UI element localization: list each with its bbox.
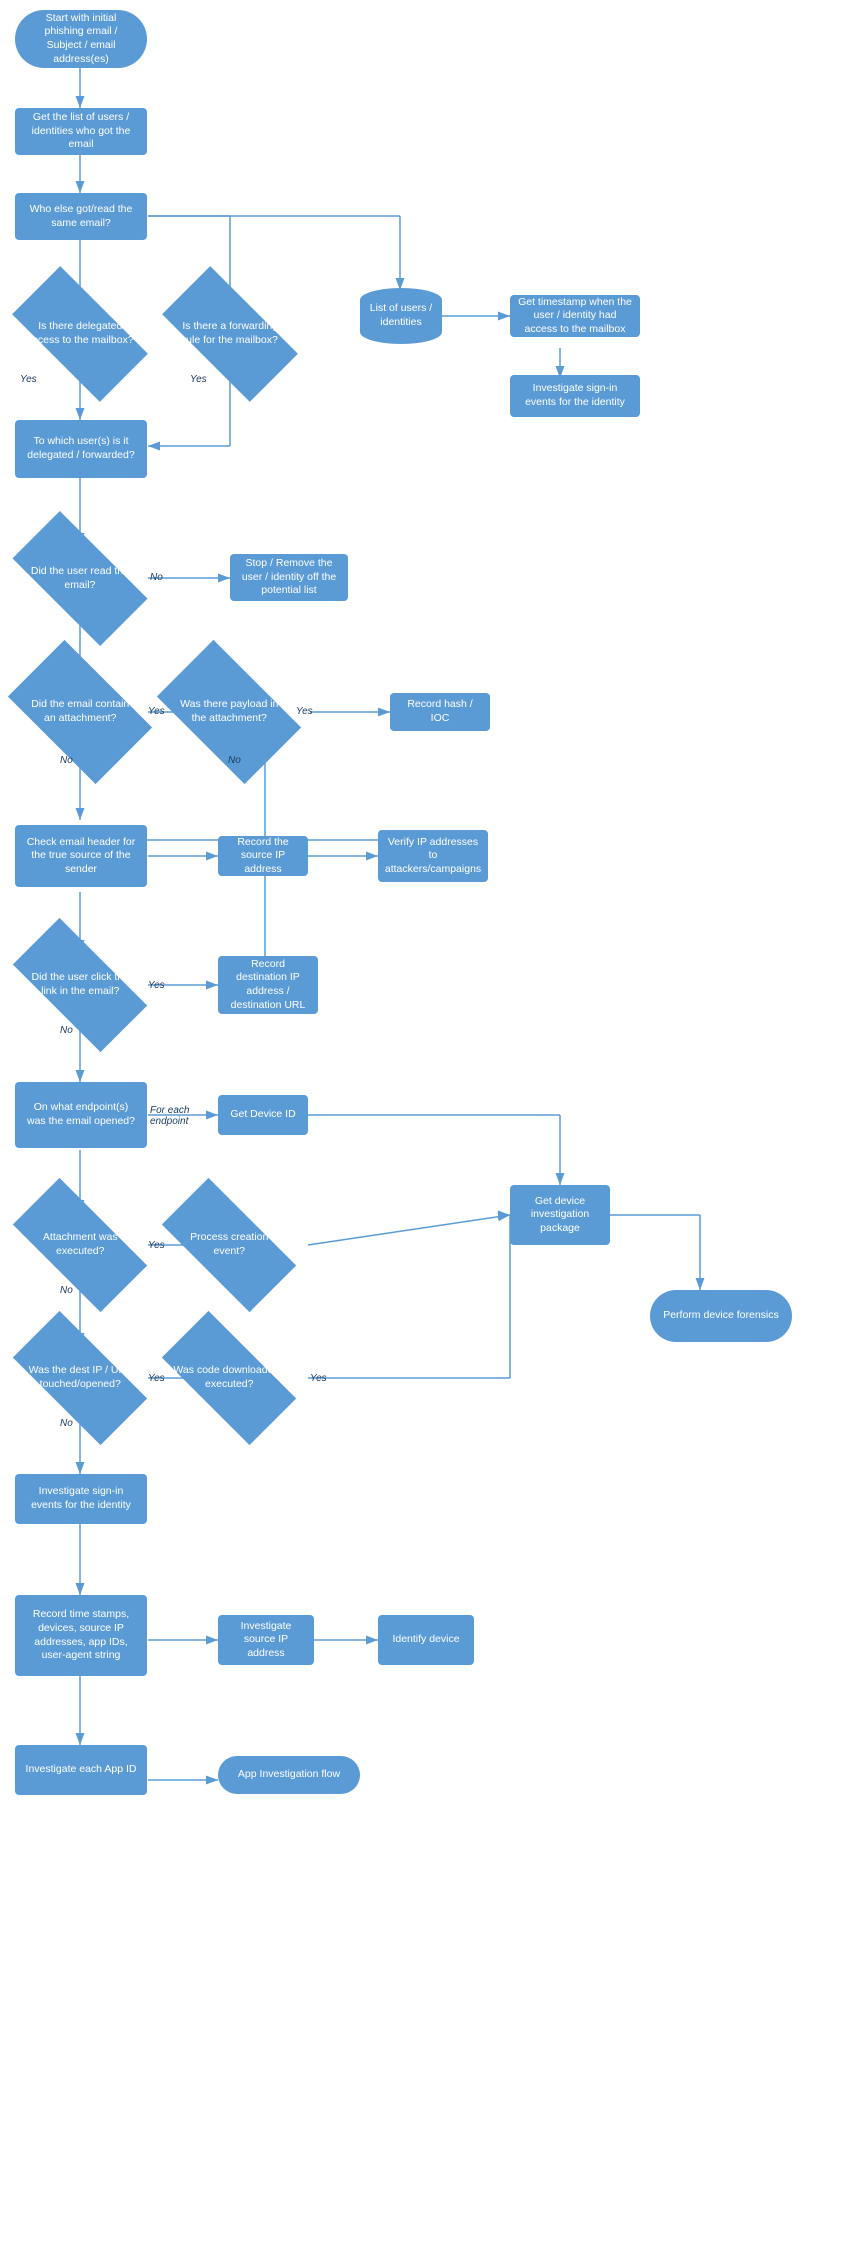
investigate-app-id-node: Investigate each App ID	[15, 1745, 147, 1795]
get-device-package-node: Get device investigation package	[510, 1185, 610, 1245]
no-label-payload: No	[228, 755, 241, 766]
record-dest-ip-node: Record destination IP address / destinat…	[218, 956, 318, 1014]
yes-label-click: Yes	[148, 980, 165, 991]
flowchart-diagram: Start with initial phishing email / Subj…	[0, 0, 857, 2266]
get-users-node: Get the list of users / identities who g…	[15, 108, 147, 155]
attachment-executed-node: Attachment was executed?	[13, 1178, 147, 1312]
yes-label-forwarding: Yes	[190, 374, 207, 385]
yes-label-delegated: Yes	[20, 374, 37, 385]
process-creation-node: Process creation event?	[162, 1178, 296, 1312]
start-node: Start with initial phishing email / Subj…	[15, 10, 147, 68]
yes-label-code: Yes	[310, 1373, 327, 1384]
app-investigation-flow-node: App Investigation flow	[218, 1756, 360, 1794]
list-identities-node: List of users / identities	[360, 288, 442, 344]
code-downloaded-node: Was code downloaded / executed?	[162, 1311, 296, 1445]
for-each-endpoint-label: For eachendpoint	[150, 1105, 189, 1127]
forwarding-rule-node: Is there a forwarding rule for the mailb…	[162, 266, 298, 402]
record-hash-node: Record hash / IOC	[390, 693, 490, 731]
no-label-click: No	[60, 1025, 73, 1036]
investigate-signin1-node: Investigate sign-in events for the ident…	[510, 375, 640, 417]
identify-device-node: Identify device	[378, 1615, 474, 1665]
record-timestamps-node: Record time stamps, devices, source IP a…	[15, 1595, 147, 1676]
check-header-node: Check email header for the true source o…	[15, 825, 147, 887]
user-click-link-node: Did the user click the link in the email…	[13, 918, 147, 1052]
email-attachment-node: Did the email contain an attachment?	[8, 640, 152, 784]
investigate-source-ip-node: Investigate source IP address	[218, 1615, 314, 1665]
yes-label-attachment: Yes	[148, 706, 165, 717]
did-user-read-node: Did the user read the email?	[12, 511, 147, 646]
yes-label-executed: Yes	[148, 1240, 165, 1251]
to-which-users-node: To which user(s) is it delegated / forwa…	[15, 420, 147, 478]
dest-ip-touched-node: Was the dest IP / URL touched/opened?	[13, 1311, 147, 1445]
get-timestamp-node: Get timestamp when the user / identity h…	[510, 295, 640, 337]
yes-label-payload: Yes	[296, 706, 313, 717]
no-label-executed: No	[60, 1285, 73, 1296]
no-label-dest: No	[60, 1418, 73, 1429]
no-label-read: No	[150, 572, 163, 583]
yes-label-dest: Yes	[148, 1373, 165, 1384]
investigate-signin2-node: Investigate sign-in events for the ident…	[15, 1474, 147, 1524]
no-label-attachment: No	[60, 755, 73, 766]
stop-remove-node: Stop / Remove the user / identity off th…	[230, 554, 348, 601]
on-endpoint-node: On what endpoint(s) was the email opened…	[15, 1082, 147, 1148]
get-device-id-node: Get Device ID	[218, 1095, 308, 1135]
verify-ip-node: Verify IP addresses to attackers/campaig…	[378, 830, 488, 882]
who-else-node: Who else got/read the same email?	[15, 193, 147, 240]
record-source-ip-node: Record the source IP address	[218, 836, 308, 876]
perform-forensics-node: Perform device forensics	[650, 1290, 792, 1342]
